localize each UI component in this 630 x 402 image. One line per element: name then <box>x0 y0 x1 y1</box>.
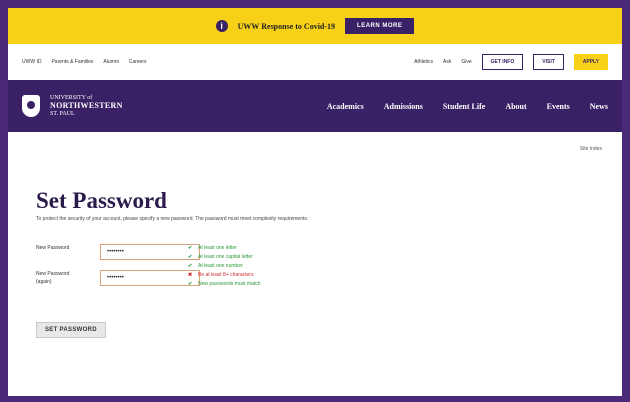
utility-link-careers[interactable]: Careers <box>129 59 147 65</box>
page-description: To protect the security of your account,… <box>36 216 309 222</box>
requirement-item: ✔ At least one number <box>188 262 261 271</box>
error-x-icon: ✖ <box>188 272 193 278</box>
main-content: Site Index Set Password To protect the s… <box>8 132 622 394</box>
requirement-text: Be at least 8+ characters <box>198 272 254 278</box>
confirm-password-label: New Password (again) <box>36 270 100 286</box>
alert-text: UWW Response to Covid-19 <box>237 21 336 31</box>
logo[interactable]: UNIVERSITY of NORTHWESTERN ST. PAUL <box>22 94 123 118</box>
requirement-item: ✔ At least one capital letter <box>188 253 261 262</box>
site-index-link[interactable]: Site Index <box>580 146 602 152</box>
set-password-form: New Password •••••••• New Password (agai… <box>36 244 200 296</box>
alert-bar: i UWW Response to Covid-19 LEARN MORE <box>8 8 622 44</box>
requirement-text: At least one capital letter <box>198 254 253 260</box>
requirement-text: New passwords must match <box>198 281 261 287</box>
utility-link-ask[interactable]: Ask <box>443 59 451 65</box>
requirement-text: At least one number <box>198 263 243 269</box>
new-password-field[interactable]: •••••••• <box>100 244 200 260</box>
set-password-button[interactable]: SET PASSWORD <box>36 322 106 338</box>
utility-link-athletics[interactable]: Athletics <box>414 59 433 65</box>
confirm-password-label-line-1: New Password <box>36 271 70 277</box>
confirm-password-field[interactable]: •••••••• <box>100 270 200 286</box>
page: i UWW Response to Covid-19 LEARN MORE UW… <box>8 8 622 396</box>
requirement-item: ✖ Be at least 8+ characters <box>188 271 261 280</box>
page-title: Set Password <box>36 188 167 213</box>
utility-bar: UWW ID Parents & Families Alumni Careers… <box>8 44 622 80</box>
requirement-item: ✔ At least one letter <box>188 244 261 253</box>
utility-link-alumni[interactable]: Alumni <box>103 59 118 65</box>
nav-news[interactable]: News <box>590 102 608 111</box>
visit-button[interactable]: VISIT <box>533 54 564 70</box>
get-info-button[interactable]: GET INFO <box>481 54 524 70</box>
outer-frame: i UWW Response to Covid-19 LEARN MORE UW… <box>0 0 630 402</box>
shield-logo-icon <box>22 95 40 117</box>
requirement-text: At least one letter <box>198 245 237 251</box>
checkmark-icon: ✔ <box>188 245 193 251</box>
checkmark-icon: ✔ <box>188 281 193 287</box>
checkmark-icon: ✔ <box>188 254 193 260</box>
logo-line-2: NORTHWESTERN <box>50 101 123 110</box>
confirm-password-label-line-2: (again) <box>36 279 52 285</box>
new-password-row: New Password •••••••• <box>36 244 200 260</box>
utility-actions: Athletics Ask Give GET INFO VISIT APPLY <box>414 54 608 70</box>
apply-button[interactable]: APPLY <box>573 54 608 70</box>
checkmark-icon: ✔ <box>188 263 193 269</box>
info-icon: i <box>215 20 228 32</box>
new-password-label: New Password <box>36 245 70 251</box>
learn-more-button[interactable]: LEARN MORE <box>345 18 415 34</box>
requirement-item: ✔ New passwords must match <box>188 280 261 289</box>
logo-line-3: ST. PAUL <box>50 111 75 117</box>
nav-student-life[interactable]: Student Life <box>443 102 485 111</box>
primary-nav-links: Academics Admissions Student Life About … <box>327 102 608 111</box>
nav-events[interactable]: Events <box>547 102 570 111</box>
logo-wordmark: UNIVERSITY of NORTHWESTERN ST. PAUL <box>50 94 123 118</box>
nav-academics[interactable]: Academics <box>327 102 364 111</box>
utility-link-give[interactable]: Give <box>461 59 471 65</box>
nav-admissions[interactable]: Admissions <box>384 102 423 111</box>
main-nav: UNIVERSITY of NORTHWESTERN ST. PAUL Acad… <box>8 80 622 132</box>
confirm-password-row: New Password (again) •••••••• <box>36 270 200 286</box>
utility-link-uww-id[interactable]: UWW ID <box>22 59 41 65</box>
nav-about[interactable]: About <box>505 102 526 111</box>
utility-link-parents[interactable]: Parents & Families <box>51 59 93 65</box>
utility-links: UWW ID Parents & Families Alumni Careers <box>22 59 147 65</box>
password-requirements: ✔ At least one letter ✔ At least one cap… <box>188 244 261 289</box>
